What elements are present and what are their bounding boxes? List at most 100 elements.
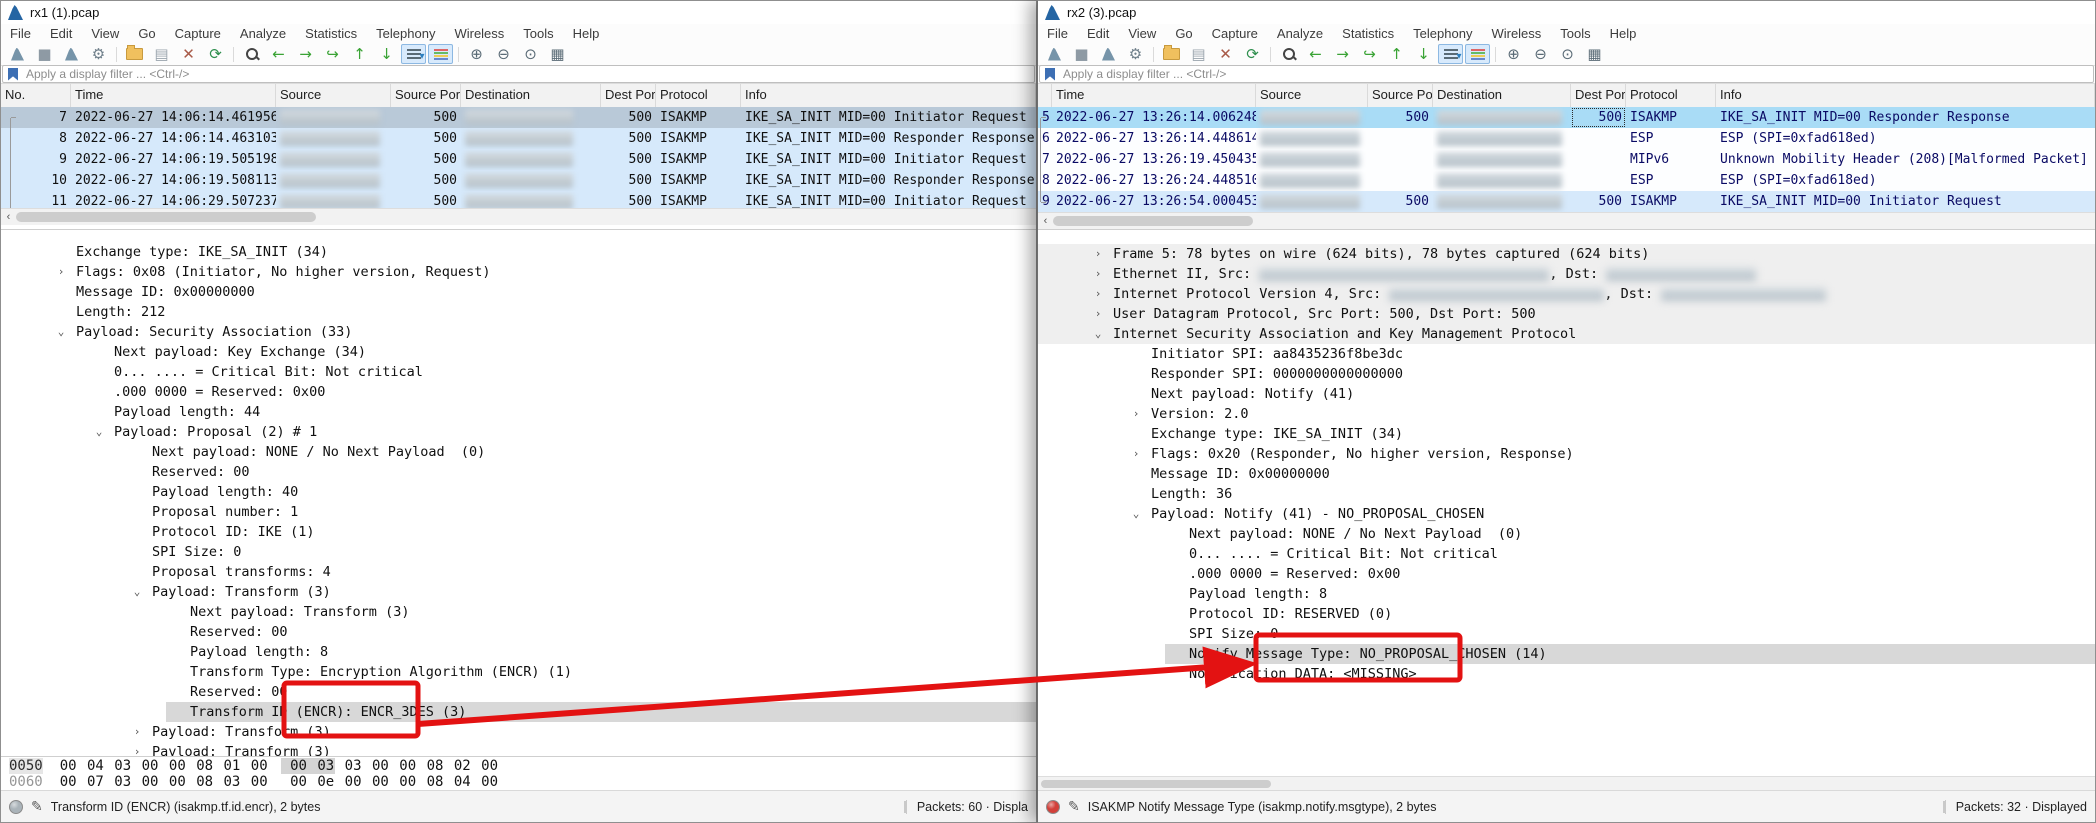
tree-line[interactable]: Reserved: 00: [1, 462, 1036, 482]
zoom-in-button[interactable]: ⊕: [464, 44, 489, 64]
menu-item-file[interactable]: File: [1047, 26, 1068, 41]
column-header-source-port[interactable]: Source Port: [391, 84, 461, 107]
display-filter-input[interactable]: [24, 66, 1034, 82]
tree-line[interactable]: Notify Message Type: NO_PROPOSAL_CHOSEN …: [1038, 644, 2095, 664]
filter-bookmark-icon[interactable]: [1045, 67, 1055, 81]
start-capture-button[interactable]: [1042, 44, 1067, 64]
start-capture-button[interactable]: [5, 44, 30, 64]
save-file-button[interactable]: ▤: [1186, 44, 1211, 64]
column-header-source[interactable]: Source: [276, 84, 391, 107]
scrollbar-thumb[interactable]: [1041, 779, 1271, 788]
tree-line[interactable]: Length: 36: [1038, 484, 2095, 504]
packet-list-horizontal-scrollbar[interactable]: ‹: [1038, 212, 2095, 229]
packet-row[interactable]: 8 2022-06-27 14:06:14.463103 500 500 ISAKMP I…: [1, 128, 1036, 149]
tree-line[interactable]: Payload length: 8: [1, 642, 1036, 662]
column-header-source[interactable]: Source: [1256, 84, 1368, 107]
packet-row[interactable]: 9 2022-06-27 14:06:19.505198 500 500 ISAKMP I…: [1, 149, 1036, 170]
menu-item-tools[interactable]: Tools: [1560, 26, 1590, 41]
zoom-out-button[interactable]: ⊖: [1528, 44, 1553, 64]
open-file-button[interactable]: [122, 44, 147, 64]
open-file-button[interactable]: [1159, 44, 1184, 64]
chevron-down-icon[interactable]: ⌄: [92, 422, 106, 442]
packet-row[interactable]: 5 2022-06-27 13:26:14.006248 500 500 ISAKMP I…: [1038, 107, 2095, 128]
chevron-right-icon[interactable]: ›: [130, 722, 144, 742]
menu-item-capture[interactable]: Capture: [175, 26, 221, 41]
packet-row[interactable]: 7 2022-06-27 14:06:14.461956 500 500 ISAKMP I…: [1, 107, 1036, 128]
resize-columns-button[interactable]: ▦: [1582, 44, 1607, 64]
tree-line[interactable]: Next payload: Key Exchange (34): [1, 342, 1036, 362]
tree-line[interactable]: .000 0000 = Reserved: 0x00: [1038, 564, 2095, 584]
capture-options-button[interactable]: ⚙: [86, 44, 111, 64]
zoom-out-button[interactable]: ⊖: [491, 44, 516, 64]
menu-item-go[interactable]: Go: [1175, 26, 1192, 41]
expert-info-icon[interactable]: [9, 799, 23, 814]
tree-line[interactable]: ⌄ Payload: Proposal (2) # 1: [1, 422, 1036, 442]
tree-line[interactable]: 0... .... = Critical Bit: Not critical: [1, 362, 1036, 382]
column-header-source-port[interactable]: Source Port: [1368, 84, 1433, 107]
tree-line[interactable]: Next payload: NONE / No Next Payload (0): [1038, 524, 2095, 544]
colorize-toggle[interactable]: [1465, 44, 1490, 64]
packet-row[interactable]: 9 2022-06-27 13:26:54.000453 500 500 ISAKMP I…: [1038, 191, 2095, 212]
chevron-right-icon[interactable]: ›: [54, 262, 68, 282]
hex-line[interactable]: 0060 00 07 03 00 00 08 03 00 00 0e 00 00 …: [9, 774, 1036, 790]
colorize-toggle[interactable]: [428, 44, 453, 64]
go-back-button[interactable]: ←: [1303, 44, 1328, 64]
tree-line[interactable]: › Payload: Transform (3): [1, 722, 1036, 742]
scrollbar-thumb[interactable]: [16, 212, 316, 222]
packet-row[interactable]: 10 2022-06-27 14:06:19.508113 500 500 ISAKMP…: [1, 170, 1036, 191]
tree-line[interactable]: › Internet Protocol Version 4, Src: , Dst…: [1038, 284, 2095, 304]
tree-line[interactable]: Responder SPI: 0000000000000000: [1038, 364, 2095, 384]
column-header-info[interactable]: Info: [741, 84, 1036, 107]
tree-line[interactable]: Next payload: Transform (3): [1, 602, 1036, 622]
tree-line[interactable]: Length: 212: [1, 302, 1036, 322]
column-header-time[interactable]: Time: [71, 84, 276, 107]
tree-line[interactable]: › Flags: 0x20 (Responder, No higher versi…: [1038, 444, 2095, 464]
display-filter-input[interactable]: [1061, 66, 2093, 82]
auto-scroll-toggle[interactable]: [1438, 44, 1463, 64]
save-file-button[interactable]: ▤: [149, 44, 174, 64]
menu-item-capture[interactable]: Capture: [1212, 26, 1258, 41]
menu-item-view[interactable]: View: [1128, 26, 1156, 41]
chevron-down-icon[interactable]: ⌄: [54, 322, 68, 342]
menu-item-analyze[interactable]: Analyze: [1277, 26, 1323, 41]
filter-bookmark-icon[interactable]: [8, 67, 18, 81]
tree-line[interactable]: SPI Size: 0: [1, 542, 1036, 562]
go-last-packet-button[interactable]: ↓: [374, 44, 399, 64]
find-packet-button[interactable]: [1276, 44, 1301, 64]
tree-line[interactable]: Next payload: Notify (41): [1038, 384, 2095, 404]
zoom-in-button[interactable]: ⊕: [1501, 44, 1526, 64]
tree-line[interactable]: Proposal transforms: 4: [1, 562, 1036, 582]
chevron-right-icon[interactable]: ›: [1129, 404, 1143, 424]
column-header-destination[interactable]: Destination: [461, 84, 601, 107]
tree-line[interactable]: Protocol ID: IKE (1): [1, 522, 1036, 542]
resize-columns-button[interactable]: ▦: [545, 44, 570, 64]
packet-list-horizontal-scrollbar[interactable]: ‹: [1, 208, 1036, 225]
menu-item-statistics[interactable]: Statistics: [1342, 26, 1394, 41]
menu-item-wireless[interactable]: Wireless: [1491, 26, 1541, 41]
tree-line[interactable]: Message ID: 0x00000000: [1, 282, 1036, 302]
tree-line[interactable]: ⌄ Payload: Transform (3): [1, 582, 1036, 602]
tree-line[interactable]: Reserved: 00: [1, 622, 1036, 642]
tree-line[interactable]: Message ID: 0x00000000: [1038, 464, 2095, 484]
tree-line[interactable]: › Frame 5: 78 bytes on wire (624 bits), 7…: [1038, 244, 2095, 264]
tree-line[interactable]: › Flags: 0x08 (Initiator, No higher versi…: [1, 262, 1036, 282]
chevron-right-icon[interactable]: ›: [1091, 244, 1105, 264]
column-header-protocol[interactable]: Protocol: [1626, 84, 1716, 107]
chevron-down-icon[interactable]: ⌄: [1129, 504, 1143, 524]
packet-row[interactable]: 6 2022-06-27 13:26:14.448614 ESP ESP (SPI=0…: [1038, 128, 2095, 149]
tree-line[interactable]: ⌄ Payload: Security Association (33): [1, 322, 1036, 342]
reload-file-button[interactable]: ⟳: [1240, 44, 1265, 64]
hex-line[interactable]: 0050 00 04 03 00 00 08 01 00 00 03 03 00 …: [9, 758, 1036, 774]
tree-line[interactable]: Proposal number: 1: [1, 502, 1036, 522]
capture-comment-icon[interactable]: ✎: [1068, 799, 1080, 815]
chevron-right-icon[interactable]: ›: [1091, 304, 1105, 324]
zoom-100-button[interactable]: ⊙: [1555, 44, 1580, 64]
capture-options-button[interactable]: ⚙: [1123, 44, 1148, 64]
menu-item-telephony[interactable]: Telephony: [1413, 26, 1472, 41]
tree-line[interactable]: SPI Size: 0: [1038, 624, 2095, 644]
packet-bytes-pane[interactable]: 0050 00 04 03 00 00 08 01 00 00 03 03 00 …: [1, 756, 1036, 790]
go-forward-button[interactable]: →: [293, 44, 318, 64]
stop-capture-button[interactable]: ■: [1069, 44, 1094, 64]
tree-line[interactable]: ⌄ Internet Security Association and Key M…: [1038, 324, 2095, 344]
tree-line[interactable]: Transform ID (ENCR): ENCR_3DES (3): [1, 702, 1036, 722]
